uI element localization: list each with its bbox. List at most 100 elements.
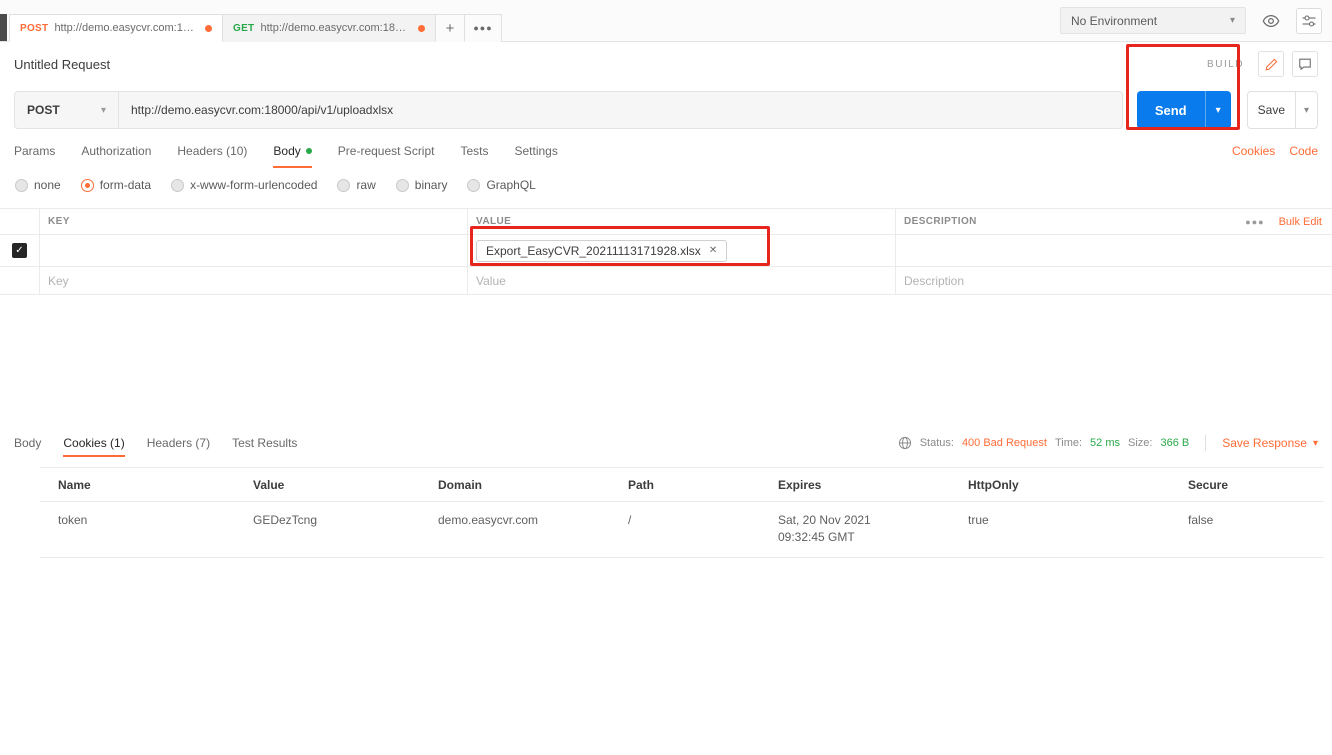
table-header-actions: ●●● Bulk Edit [1245,216,1322,228]
value-cell[interactable]: Export_EasyCVR_20211113171928.xlsx ✕ [468,235,896,266]
tab-settings[interactable]: Settings [515,134,558,168]
edit-request-button[interactable] [1258,51,1284,77]
environment-selector[interactable]: No Environment ▾ [1060,7,1246,34]
request-subtabs: Params Authorization Headers (10) Body P… [0,134,1332,168]
form-data-header-row: KEY VALUE DESCRIPTION ●●● Bulk Edit [0,209,1332,235]
sidebar-collapse-handle[interactable] [0,14,7,41]
cookie-value: GEDezTcng [253,513,318,527]
bulk-edit-link[interactable]: Bulk Edit [1279,216,1322,228]
comments-button[interactable] [1292,51,1318,77]
form-data-table: KEY VALUE DESCRIPTION ●●● Bulk Edit ✓ Ex… [0,208,1332,295]
method-selector[interactable]: POST ▾ [15,92,119,128]
time-label: Time: [1054,437,1083,449]
environment-label: No Environment [1071,13,1158,28]
tab-authorization[interactable]: Authorization [81,134,151,168]
form-data-row: ✓ Export_EasyCVR_20211113171928.xlsx ✕ [0,235,1332,267]
body-mode-none[interactable]: none [15,178,61,192]
tab-body[interactable]: Body [273,134,313,168]
description-input[interactable] [904,273,1322,288]
body-mode-graphql[interactable]: GraphQL [467,178,536,192]
body-mode-selector: none form-data x-www-form-urlencoded raw… [0,168,1332,202]
header-secure: Secure [1188,477,1229,492]
response-meta: Status: 400 Bad Request Time: 52 ms Size… [898,425,1318,461]
value-input[interactable] [476,273,887,288]
body-mode-raw[interactable]: raw [337,178,376,192]
request-tab-post[interactable]: POST http://demo.easycvr.com:180... [9,14,223,42]
table-options-icon[interactable]: ●●● [1245,217,1264,227]
cookie-expires: Sat, 20 Nov 2021 09:32:45 GMT [760,512,950,547]
request-tab-get[interactable]: GET http://demo.easycvr.com:1800... [222,14,436,42]
tab-label: Body [14,436,42,450]
description-cell [896,267,1332,294]
unsaved-dot-icon [418,24,425,32]
time-value: 52 ms [1090,437,1121,449]
cookies-table: Name Value Domain Path Expires HttpOnly … [40,467,1324,558]
value-header-label: VALUE [476,216,512,227]
tab-label: Headers (7) [146,436,211,450]
url-control: POST ▾ [14,91,1123,129]
code-link[interactable]: Code [1289,144,1318,158]
header-path: Path [628,477,655,492]
key-input[interactable] [48,273,459,288]
eye-icon [1262,12,1280,30]
description-cell[interactable] [896,235,1332,266]
row-enabled-checkbox[interactable]: ✓ [12,243,27,258]
url-bar: POST ▾ Send ▾ Save ▾ [0,86,1332,134]
header-expires: Expires [778,477,822,492]
response-tab-test-results[interactable]: Test Results [232,425,297,461]
tab-params[interactable]: Params [14,134,55,168]
key-cell[interactable] [40,235,468,266]
size-value: 366 B [1160,437,1190,449]
save-options-caret[interactable]: ▾ [1295,92,1317,128]
radio-selected-icon [80,178,94,192]
sliders-icon [1301,13,1317,29]
remove-file-icon[interactable]: ✕ [709,245,717,256]
header-value: Value [253,477,285,492]
send-button-label[interactable]: Send [1137,91,1205,129]
top-tab-bar: POST http://demo.easycvr.com:180... GET … [0,0,1332,42]
build-mode-label: BUILD [1207,58,1244,70]
body-mode-urlencoded[interactable]: x-www-form-urlencoded [171,178,317,192]
divider [1205,435,1207,451]
send-button[interactable]: Send ▾ [1136,91,1231,129]
body-mode-binary[interactable]: binary [395,178,448,192]
tab-headers[interactable]: Headers (10) [177,134,247,168]
chevron-down-icon: ▾ [1312,437,1318,449]
tab-options-button[interactable]: ●●● [464,14,502,42]
radio-label: binary [414,178,448,192]
cookie-domain-text: demo.easycvr.com [438,513,539,527]
save-response-button[interactable]: Save Response ▾ [1222,436,1318,450]
send-options-caret[interactable]: ▾ [1204,91,1231,129]
chevron-down-icon: ▾ [100,104,106,116]
url-input[interactable] [119,92,1122,128]
method-label: POST [27,103,60,117]
request-header: Untitled Request BUILD [0,42,1332,86]
file-chip: Export_EasyCVR_20211113171928.xlsx ✕ [476,239,728,262]
tab-label: Body [273,144,301,158]
pencil-icon [1265,58,1278,71]
tab-method-label: POST [20,22,49,34]
tab-tests[interactable]: Tests [460,134,488,168]
environment-area: No Environment ▾ [1060,7,1322,34]
request-response-divider[interactable] [0,295,1332,425]
new-tab-button[interactable]: + [435,14,465,42]
chevron-down-icon: ▾ [1229,15,1235,26]
save-button[interactable]: Save ▾ [1246,91,1318,129]
environment-settings-button[interactable] [1296,7,1322,34]
tab-label: Test Results [232,436,298,450]
radio-icon [395,178,409,192]
check-icon: ✓ [15,245,24,256]
body-mode-form-data[interactable]: form-data [80,178,152,192]
radio-label: form-data [99,178,152,192]
radio-label: none [34,178,61,192]
response-tab-headers[interactable]: Headers (7) [147,425,210,461]
tab-prerequest-script[interactable]: Pre-request Script [338,134,435,168]
cookie-row: token GEDezTcng demo.easycvr.com / Sat, … [40,502,1324,558]
environment-quick-look-button[interactable] [1258,8,1284,34]
response-tab-cookies[interactable]: Cookies (1) [63,425,126,461]
save-button-label[interactable]: Save [1248,92,1295,128]
cookies-link[interactable]: Cookies [1232,144,1275,158]
status-value: 400 Bad Request [961,437,1047,449]
response-tab-body[interactable]: Body [14,425,41,461]
radio-label: raw [356,178,376,192]
